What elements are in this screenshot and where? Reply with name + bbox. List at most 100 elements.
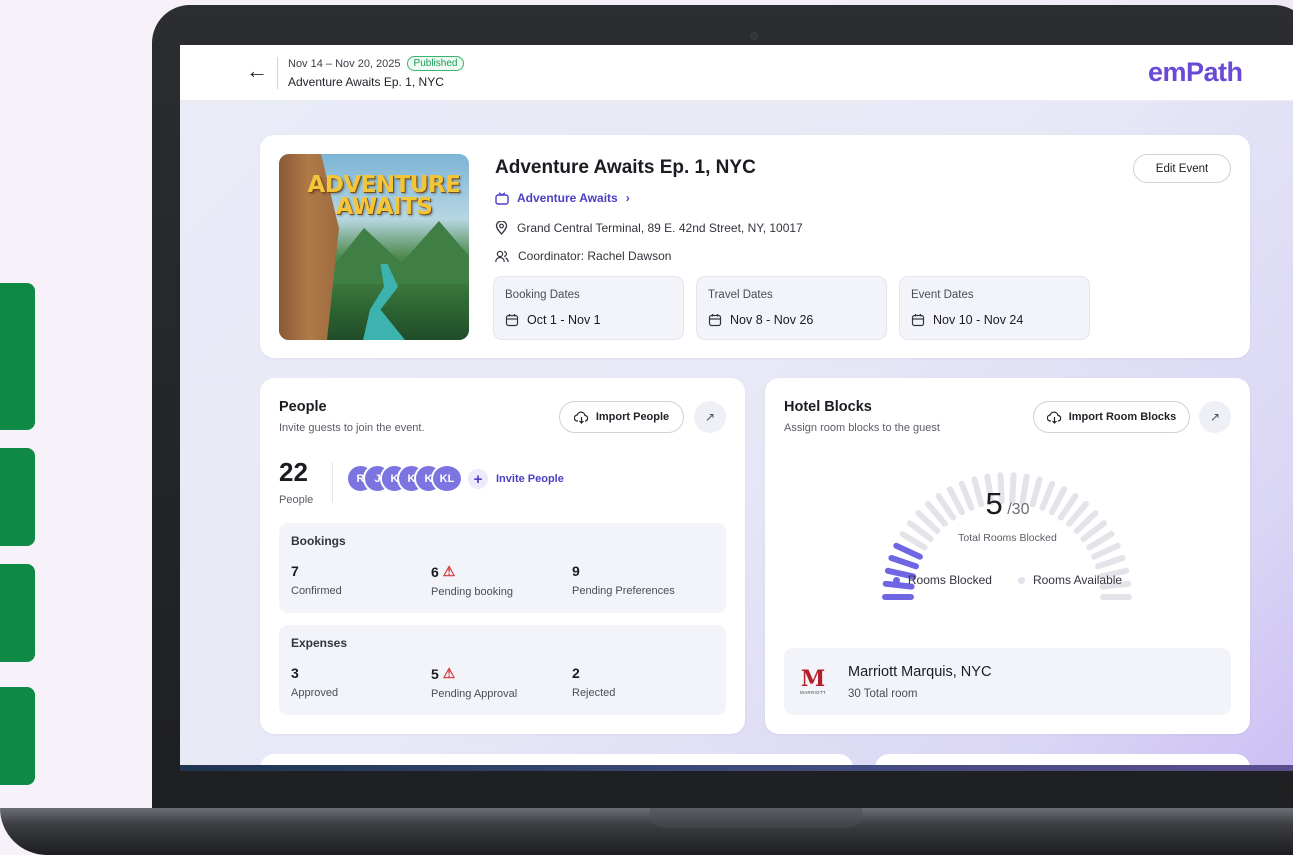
marriott-logo: M MARRIOTT <box>800 668 826 695</box>
stat-value: 6 <box>431 563 439 580</box>
travel-dates-label: Travel Dates <box>708 289 773 301</box>
header-event-name: Adventure Awaits Ep. 1, NYC <box>288 75 444 89</box>
gauge-tick-available <box>1091 542 1121 560</box>
calendar-icon <box>911 314 925 327</box>
side-tab-1[interactable] <box>0 283 35 430</box>
arrow-left-icon[interactable]: ← <box>246 60 268 82</box>
edit-event-button[interactable]: Edit Event <box>1133 154 1231 183</box>
import-people-label: Import People <box>595 411 670 423</box>
plus-icon: + <box>468 469 488 489</box>
side-tab-3[interactable] <box>0 564 35 662</box>
mountains-graphic <box>319 221 469 284</box>
gauge-tick-blocked <box>893 542 923 560</box>
booking-dates-text: Oct 1 - Nov 1 <box>527 313 601 327</box>
stat-confirmed: 7 Confirmed <box>291 563 342 597</box>
travel-dates-box: Travel Dates Nov 8 - Nov 26 <box>696 276 887 340</box>
stat-label: Pending Preferences <box>572 585 675 597</box>
hotel-subtitle: Assign room blocks to the guest <box>784 422 940 434</box>
event-dates-box: Event Dates Nov 10 - Nov 24 <box>899 276 1090 340</box>
avatar: KL <box>431 464 463 493</box>
cloud-download-icon <box>573 411 588 424</box>
bookings-box: Bookings 7 Confirmed 6 ⚠ Pending booking … <box>279 523 726 613</box>
side-tab-2[interactable] <box>0 448 35 546</box>
top-bar: ← Nov 14 – Nov 20, 2025 Published Advent… <box>180 45 1293 101</box>
stat-pending-preferences: 9 Pending Preferences <box>572 563 675 597</box>
laptop-camera <box>750 32 758 40</box>
warning-icon: ⚠ <box>442 563 456 579</box>
gauge-label: Total Rooms Blocked <box>958 532 1057 544</box>
travel-dates-value: Nov 8 - Nov 26 <box>708 313 813 327</box>
header-dates: Nov 14 – Nov 20, 2025 Published <box>288 56 465 71</box>
rooms-blocked-count: 5 <box>985 486 1003 521</box>
people-count: 22 <box>279 457 308 487</box>
calendar-icon <box>505 314 519 327</box>
travel-dates-text: Nov 8 - Nov 26 <box>730 313 814 327</box>
gauge-tick-available <box>1095 555 1126 570</box>
invite-people-button[interactable]: + Invite People <box>468 469 564 489</box>
chevron-right-icon: › <box>625 191 630 205</box>
location-pin-icon <box>495 221 508 235</box>
next-card-left <box>260 754 853 765</box>
legend-dot-available <box>1017 577 1025 585</box>
stat-pending-booking: 6 ⚠ Pending booking <box>431 563 513 598</box>
series-label: Adventure Awaits <box>517 191 618 205</box>
app-logo: emPath <box>1148 57 1243 87</box>
hotel-logo-letter: M <box>800 666 826 692</box>
booking-dates-label: Booking Dates <box>505 289 580 301</box>
hotel-item[interactable]: M MARRIOTT Marriott Marquis, NYC 30 Tota… <box>784 648 1231 715</box>
import-people-button[interactable]: Import People <box>559 401 684 433</box>
status-badge: Published <box>406 56 465 71</box>
stat-approved: 3 Approved <box>291 665 338 699</box>
gauge-value: 5 /30 <box>765 486 1250 522</box>
arrow-up-right-icon: ↗ <box>704 410 716 424</box>
gauge-tick-blocked <box>888 555 919 570</box>
cover-title: ADVENTURE AWAITS <box>299 172 469 220</box>
people-title: People <box>279 399 327 415</box>
cover-title-line2: AWAITS <box>335 194 433 220</box>
date-range: Nov 14 – Nov 20, 2025 <box>288 57 401 70</box>
header-divider <box>277 57 278 89</box>
address-text: Grand Central Terminal, 89 E. 42nd Stree… <box>517 221 803 235</box>
app-screen: ← Nov 14 – Nov 20, 2025 Published Advent… <box>180 45 1293 765</box>
event-coordinator: Coordinator: Rachel Dawson <box>495 249 671 263</box>
stat-label: Approved <box>291 687 339 699</box>
arrow-up-right-icon: ↗ <box>1209 410 1221 424</box>
legend-dot-blocked <box>892 577 900 585</box>
legend-blocked-label: Rooms Blocked <box>907 573 992 587</box>
coordinator-text: Coordinator: Rachel Dawson <box>518 249 672 263</box>
booking-dates-box: Booking Dates Oct 1 - Nov 1 <box>493 276 684 340</box>
event-address: Grand Central Terminal, 89 E. 42nd Stree… <box>495 221 803 235</box>
tv-icon <box>495 191 509 205</box>
stat-value: 2 <box>572 665 580 681</box>
hotel-rooms: 30 Total room <box>848 688 918 700</box>
people-card: People Invite guests to join the event. … <box>260 378 745 734</box>
event-dates-text: Nov 10 - Nov 24 <box>933 313 1024 327</box>
legend-available: Rooms Available <box>1017 573 1122 587</box>
laptop-notch <box>650 808 862 828</box>
side-tab-4[interactable] <box>0 687 35 785</box>
laptop-base <box>0 808 1293 855</box>
event-card: ADVENTURE AWAITS Adventure Awaits Ep. 1,… <box>260 135 1250 358</box>
bookings-heading: Bookings <box>291 534 346 548</box>
hotel-name: Marriott Marquis, NYC <box>848 664 992 680</box>
count-divider <box>332 462 333 502</box>
stat-value: 5 <box>431 665 439 682</box>
booking-dates-value: Oct 1 - Nov 1 <box>505 313 601 327</box>
expenses-box: Expenses 3 Approved 5 ⚠ Pending Approval … <box>279 625 726 715</box>
event-dates-label: Event Dates <box>911 289 974 301</box>
people-subtitle: Invite guests to join the event. <box>279 422 425 434</box>
invite-people-label: Invite People <box>496 473 564 485</box>
stat-value: 9 <box>572 563 580 579</box>
rooms-total: /30 <box>1007 501 1030 518</box>
hotel-title: Hotel Blocks <box>784 399 872 415</box>
cloud-download-icon <box>1046 411 1061 424</box>
calendar-icon <box>708 314 722 327</box>
cover-title-line1: ADVENTURE <box>307 172 461 198</box>
warning-icon: ⚠ <box>442 665 456 681</box>
event-dates-value: Nov 10 - Nov 24 <box>911 313 1023 327</box>
series-link[interactable]: Adventure Awaits › <box>495 191 630 205</box>
open-hotel-button[interactable]: ↗ <box>1199 401 1231 433</box>
import-room-blocks-button[interactable]: Import Room Blocks <box>1033 401 1190 433</box>
stat-value: 3 <box>291 665 299 681</box>
open-people-button[interactable]: ↗ <box>694 401 726 433</box>
